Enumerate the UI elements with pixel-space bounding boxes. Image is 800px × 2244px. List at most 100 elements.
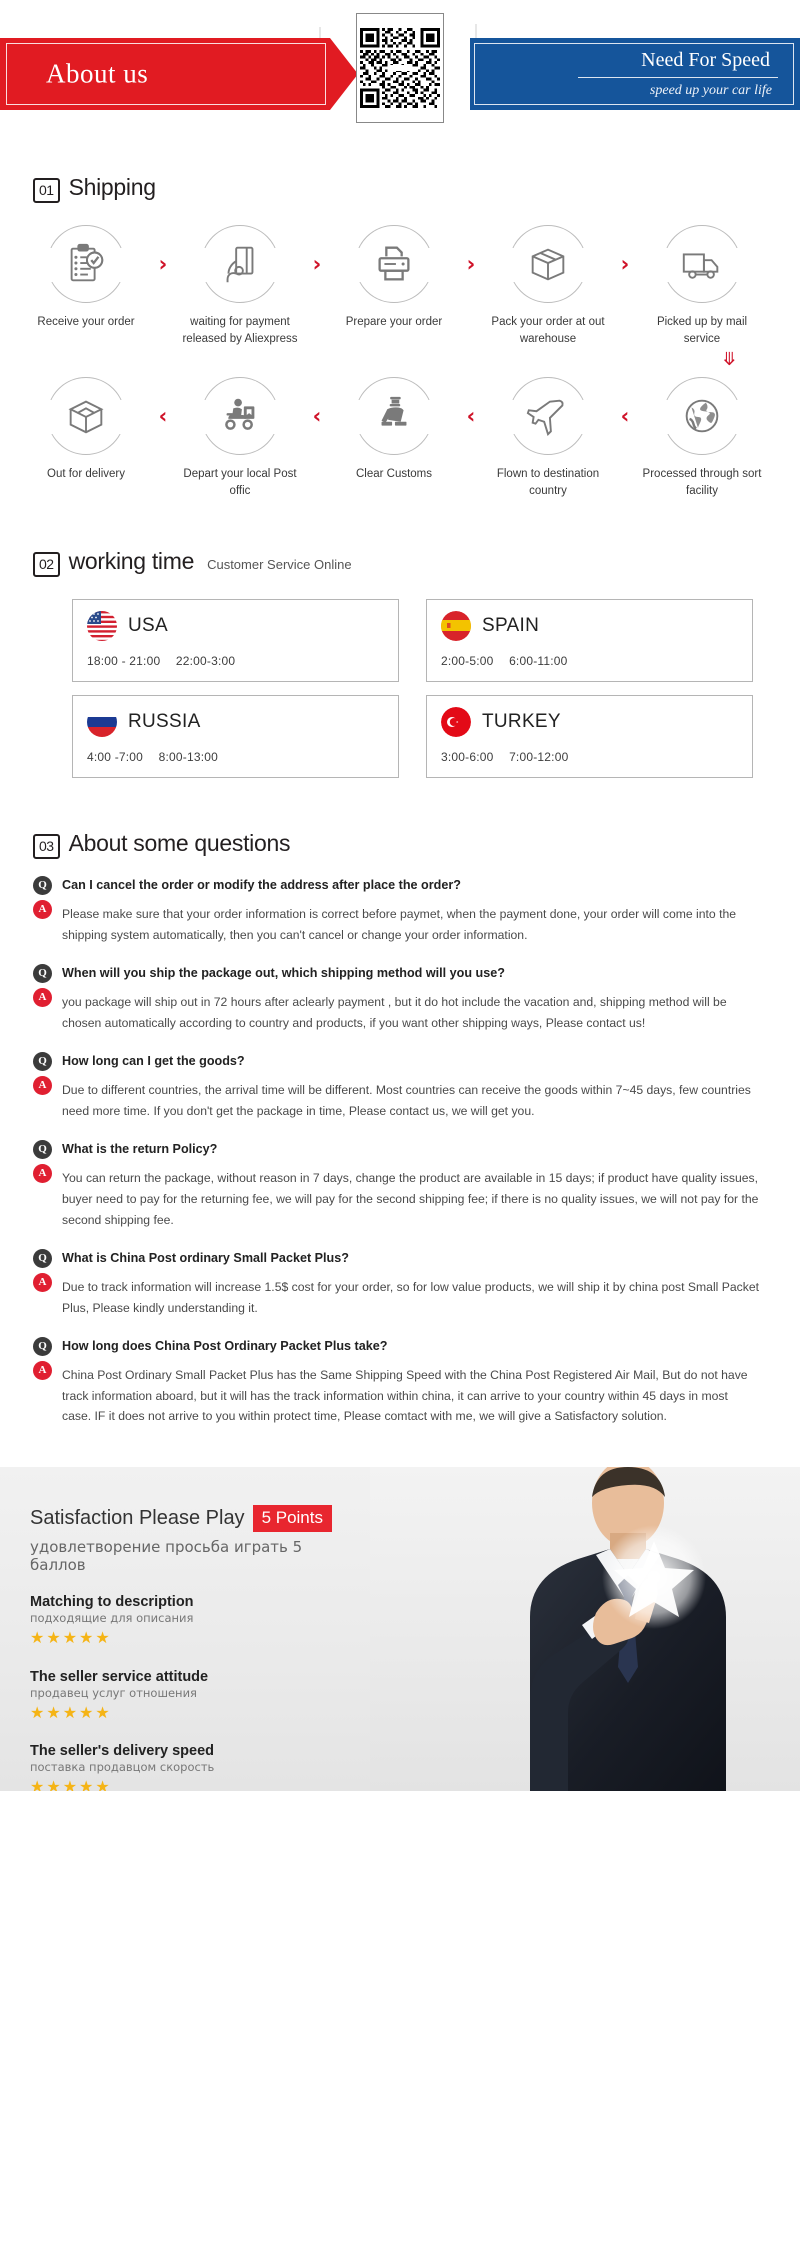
- customs-officer-icon: [381, 397, 407, 426]
- working-time-subtitle: Customer Service Online: [207, 556, 352, 572]
- shipping-step: Flown to destination country: [482, 377, 614, 499]
- step-back-chevron-icon: ‹: [158, 403, 168, 428]
- rating-label-en: Matching to description: [30, 1593, 194, 1610]
- faq-list: Q Can I cancel the order or modify the a…: [0, 859, 800, 1428]
- step-icon-circle: [200, 225, 280, 303]
- flag-usa-icon: [87, 610, 117, 641]
- faq-question-row: Q When will you ship the package out, wh…: [33, 963, 760, 983]
- step-label: Picked up by mail service: [656, 316, 748, 345]
- shipping-steps-row-2: Out for delivery ‹ Depart your local Pos…: [0, 377, 800, 499]
- banner-left-red-block: About us: [0, 38, 358, 110]
- flag-turkey-icon: [441, 706, 471, 737]
- step-forward-chevron-icon: ›: [158, 251, 168, 276]
- step-icon-circle: [354, 377, 434, 456]
- step-label: Clear Customs: [355, 468, 433, 481]
- working-time-title: working time: [68, 547, 195, 574]
- shipping-step: Depart your local Post offic: [174, 377, 306, 499]
- box-icon: [531, 248, 565, 281]
- points-badge: 5 Points: [252, 1505, 332, 1532]
- answer-badge: A: [33, 987, 52, 1007]
- working-time-card-russia: RUSSIA 4:00 -7:00 8:00-13:00: [72, 694, 399, 778]
- shipping-section: 01 Shipping Receive your order › waiting…: [0, 150, 800, 500]
- shipping-step: Receive your order: [20, 225, 152, 331]
- shipping-step: Processed through sort facility: [636, 377, 768, 499]
- shipping-step: Prepare your order: [328, 225, 460, 331]
- working-time-card-usa: USA 18:00 - 21:00 22:00-3:00: [72, 598, 399, 682]
- faq-question-text: How long can I get the goods?: [62, 1053, 245, 1068]
- step-icon-circle: [46, 377, 126, 456]
- rating-label-ru: продавец услуг отношения: [30, 1685, 197, 1700]
- faq-answer-text: China Post Ordinary Small Packet Plus ha…: [62, 1367, 748, 1424]
- faq-question-text: What is the return Policy?: [62, 1141, 218, 1156]
- faq-answer-text: Due to track information will increase 1…: [62, 1279, 760, 1315]
- satisfaction-title: Satisfaction Please Play: [30, 1507, 245, 1530]
- hours-slot-1: 18:00 - 21:00: [87, 653, 161, 668]
- faq-section: 03 About some questions Q Can I cancel t…: [0, 778, 800, 1428]
- banner-about-us-title: About us: [46, 58, 149, 89]
- faq-question-text: What is China Post ordinary Small Packet…: [62, 1250, 349, 1265]
- working-time-cards: USA 18:00 - 21:00 22:00-3:00 SPAIN 2:00-…: [0, 577, 800, 778]
- step-icon-circle: [200, 377, 280, 456]
- businessman-photo: [370, 1467, 800, 1792]
- card-header: SPAIN: [441, 610, 738, 641]
- hours-slot-1: 2:00-5:00: [441, 653, 494, 668]
- faq-question-row: Q How long does China Post Ordinary Pack…: [33, 1336, 760, 1356]
- faq-question-text: Can I cancel the order or modify the add…: [62, 877, 461, 892]
- truck-icon: [682, 253, 719, 279]
- faq-title: About some questions: [68, 829, 291, 856]
- faq-answer-row: A you package will ship out in 72 hours …: [33, 987, 760, 1034]
- flow-down-chevron-icon: ⤋: [721, 349, 737, 371]
- rating-label-en: The seller service attitude: [30, 1668, 209, 1685]
- faq-answer-row: A Due to track information will increase…: [33, 1272, 760, 1319]
- question-badge: Q: [33, 875, 52, 895]
- rating-item: The seller service attitude продавец усл…: [30, 1669, 360, 1724]
- working-hours: 2:00-5:00 6:00-11:00: [441, 654, 580, 668]
- step-back-chevron-icon: ‹: [312, 403, 322, 428]
- step-icon-circle: [46, 225, 126, 303]
- section-number-03: 03: [33, 833, 60, 859]
- clipboard-check-icon: [70, 243, 104, 282]
- step-back-chevron-icon: ‹: [620, 403, 630, 428]
- card-header: RUSSIA: [87, 706, 384, 737]
- faq-question-row: Q What is China Post ordinary Small Pack…: [33, 1248, 760, 1268]
- shipping-step: Pack your order at out warehouse: [482, 225, 614, 347]
- qr-code-image: [360, 17, 440, 119]
- faq-question-row: Q Can I cancel the order or modify the a…: [33, 875, 760, 895]
- hours-slot-1: 4:00 -7:00: [87, 749, 144, 764]
- shipping-step: Clear Customs: [328, 377, 460, 483]
- faq-question-text: When will you ship the package out, whic…: [62, 965, 505, 980]
- faq-question-row: Q How long can I get the goods?: [33, 1051, 760, 1071]
- hours-slot-2: 8:00-13:00: [158, 749, 218, 764]
- shipping-title: Shipping: [68, 174, 156, 200]
- step-label: Pack your order at out warehouse: [491, 316, 605, 345]
- faq-answer-text: Due to different countries, the arrival …: [62, 1082, 751, 1118]
- country-name: SPAIN: [482, 614, 540, 636]
- step-label: Out for delivery: [47, 468, 125, 481]
- rating-item: The seller's delivery speed поставка про…: [30, 1743, 360, 1791]
- banner-right-blue-block: Need For Speed speed up your car life: [470, 38, 800, 110]
- hours-slot-2: 7:00-12:00: [509, 749, 569, 764]
- printer-icon: [378, 246, 410, 281]
- faq-answer-text: Please make sure that your order informa…: [62, 906, 737, 942]
- section-number-01: 01: [33, 178, 60, 203]
- step-label: waiting for payment released by Aliexpre…: [182, 316, 298, 345]
- question-badge: Q: [33, 963, 52, 983]
- about-us-page: About us Need For Speed speed up your ca…: [0, 0, 800, 2244]
- flag-russia-icon: [87, 706, 117, 737]
- step-icon-circle: [508, 225, 588, 303]
- faq-item: Q What is the return Policy? A You can r…: [33, 1139, 760, 1231]
- step-forward-chevron-icon: ›: [312, 251, 322, 276]
- banner-divider: [578, 77, 778, 78]
- shipping-steps-row-1: Receive your order › waiting for payment…: [0, 225, 800, 347]
- working-time-card-turkey: TURKEY 3:00-6:00 7:00-12:00: [426, 694, 753, 778]
- question-badge: Q: [33, 1139, 52, 1159]
- step-icon-circle: [354, 225, 434, 303]
- banner-tagline: speed up your car life: [649, 83, 772, 98]
- country-name: TURKEY: [482, 710, 561, 732]
- answer-badge: A: [33, 1272, 52, 1292]
- country-name: USA: [128, 614, 168, 636]
- working-hours: 3:00-6:00 7:00-12:00: [441, 750, 580, 764]
- rating-label-ru: поставка продавцом скорость: [30, 1760, 215, 1775]
- airplane-icon: [526, 400, 564, 437]
- faq-question-row: Q What is the return Policy?: [33, 1139, 760, 1159]
